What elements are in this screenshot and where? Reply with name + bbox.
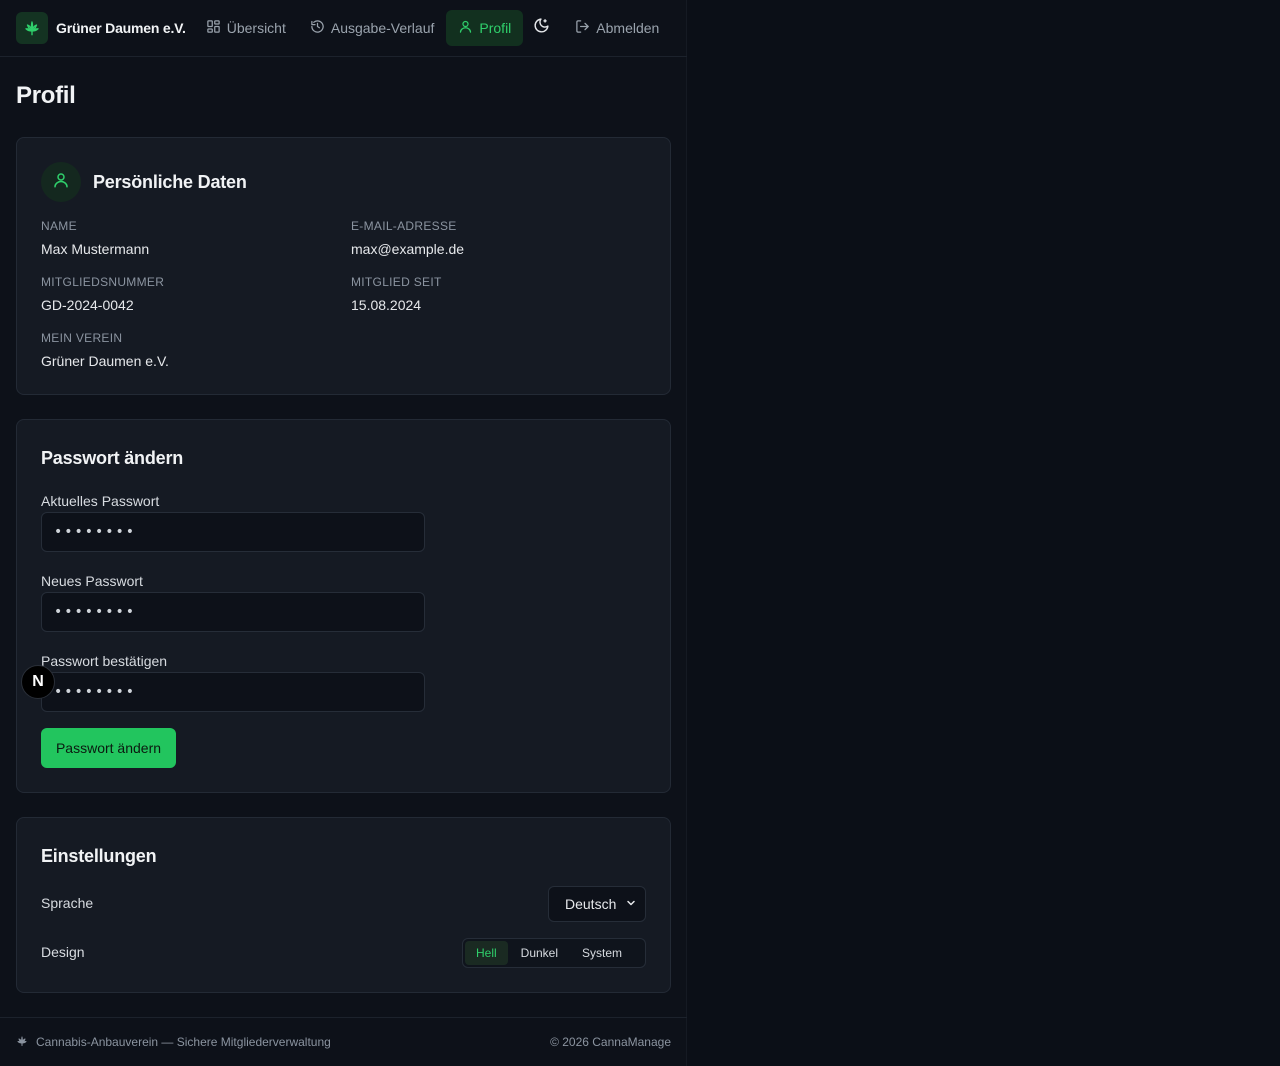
card-title: Passwort ändern — [41, 448, 184, 468]
field-label: Mein Verein — [41, 331, 123, 345]
field-label: Mitgliedsnummer — [41, 275, 165, 289]
language-select-value: Deutsch — [565, 896, 617, 912]
field-value: Grüner Daumen e.V. — [41, 353, 169, 369]
field-club: Mein Verein Grüner Daumen e.V. — [41, 330, 169, 370]
user-icon — [458, 19, 473, 37]
cannabis-leaf-icon — [16, 1035, 28, 1050]
avatar — [41, 162, 81, 202]
nav-item-history[interactable]: Ausgabe-Verlauf — [298, 10, 447, 46]
current-password-label: Aktuelles Passwort — [41, 493, 160, 509]
dev-tools-badge[interactable]: N — [21, 665, 55, 699]
moon-icon — [533, 17, 550, 39]
footer-tagline: Cannabis-Anbauverein — Sichere Mitgliede… — [36, 1035, 331, 1049]
brand-name: Grüner Daumen e.V. — [56, 20, 186, 36]
nav-item-overview[interactable]: Übersicht — [194, 10, 298, 46]
design-segmented-control: Hell Dunkel System — [462, 938, 646, 968]
field-label: Mitglied seit — [351, 275, 442, 289]
field-value: max@example.de — [351, 241, 465, 257]
language-label: Sprache — [41, 895, 94, 911]
field-label: E-Mail-Adresse — [351, 219, 457, 233]
logout-label: Abmelden — [596, 20, 660, 36]
logout-icon — [575, 19, 590, 37]
brand[interactable]: Grüner Daumen e.V. — [16, 12, 186, 44]
nav-item-label: Ausgabe-Verlauf — [330, 20, 435, 36]
dashboard-icon — [206, 19, 221, 37]
history-icon — [310, 19, 325, 37]
cannabis-leaf-icon — [16, 12, 48, 44]
new-password-label: Neues Passwort — [41, 573, 143, 589]
language-select[interactable]: Deutsch — [548, 886, 646, 922]
card-title: Einstellungen — [41, 846, 157, 866]
settings-card: Einstellungen Sprache Deutsch Design Hel… — [16, 817, 671, 993]
current-password-input[interactable] — [41, 512, 425, 552]
field-value: GD-2024-0042 — [41, 297, 134, 313]
field-name: Name Max Mustermann — [41, 218, 149, 258]
footer: Cannabis-Anbauverein — Sichere Mitgliede… — [0, 1017, 687, 1066]
field-member-number: Mitgliedsnummer GD-2024-0042 — [41, 274, 164, 314]
card-title: Persönliche Daten — [93, 171, 247, 192]
field-value: Max Mustermann — [41, 241, 150, 257]
nav-item-label: Übersicht — [226, 20, 286, 36]
card-header: Persönliche Daten — [41, 162, 247, 202]
personal-data-card: Persönliche Daten Name Max Mustermann E-… — [16, 137, 671, 395]
design-label: Design — [41, 944, 85, 960]
design-option-light[interactable]: Hell — [465, 941, 508, 965]
field-label: Name — [41, 219, 77, 233]
logout-button[interactable]: Abmelden — [563, 10, 671, 46]
nav-item-label: Profil — [479, 20, 512, 36]
main-nav: Übersicht Ausgabe-Verlauf Profil — [194, 10, 524, 46]
nav-item-profile[interactable]: Profil — [446, 10, 524, 46]
confirm-password-label: Passwort bestätigen — [41, 653, 168, 669]
field-value: 15.08.2024 — [351, 297, 422, 313]
field-email: E-Mail-Adresse max@example.de — [351, 218, 464, 258]
footer-copyright: © 2026 CannaManage — [550, 1035, 671, 1049]
change-password-card: Passwort ändern Aktuelles Passwort Neues… — [16, 419, 671, 793]
design-option-dark[interactable]: Dunkel — [510, 941, 569, 965]
new-password-input[interactable] — [41, 592, 425, 632]
field-member-since: Mitglied seit 15.08.2024 — [351, 274, 442, 314]
theme-toggle-button[interactable] — [523, 10, 559, 46]
user-icon — [52, 171, 70, 194]
design-option-system[interactable]: System — [571, 941, 633, 965]
app-root: Grüner Daumen e.V. Übersicht Ausgabe-Ver… — [0, 0, 687, 1066]
chevron-down-icon — [625, 896, 637, 912]
top-navbar: Grüner Daumen e.V. Übersicht Ausgabe-Ver… — [0, 0, 687, 57]
confirm-password-input[interactable] — [41, 672, 425, 712]
change-password-button[interactable]: Passwort ändern — [41, 728, 176, 768]
page-title: Profil — [16, 82, 76, 109]
footer-left: Cannabis-Anbauverein — Sichere Mitgliede… — [16, 1035, 331, 1050]
